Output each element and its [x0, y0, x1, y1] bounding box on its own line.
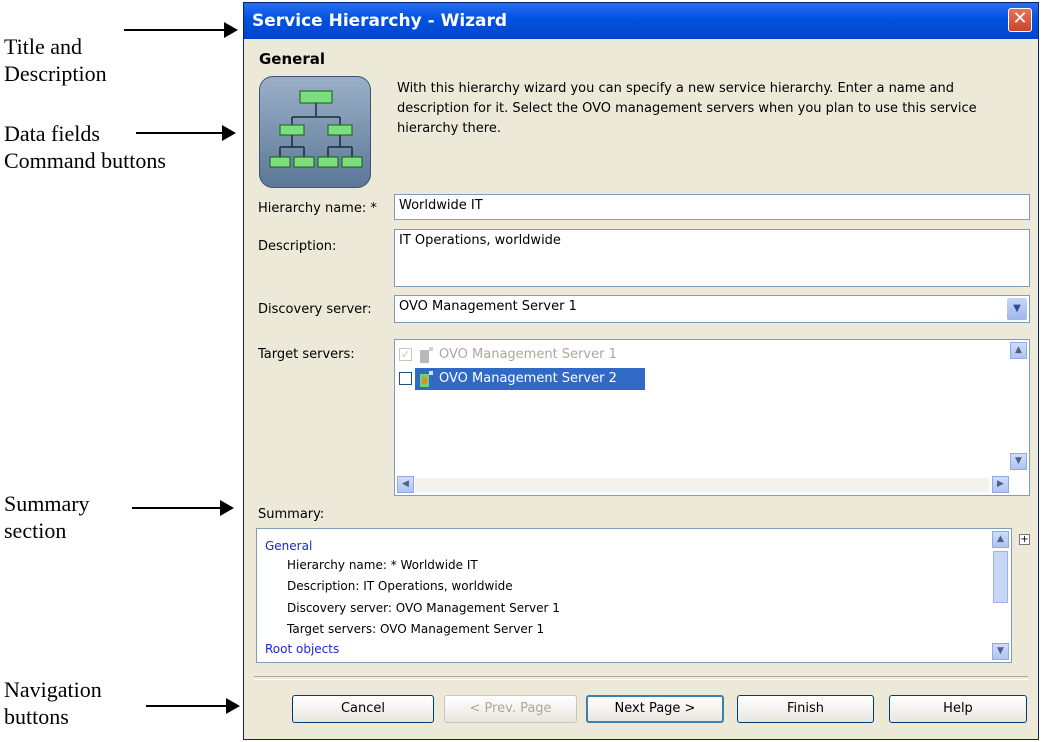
help-button[interactable]: Help	[889, 695, 1027, 723]
close-icon: ✕	[1012, 8, 1028, 29]
chevron-down-icon[interactable]: ▼	[1007, 298, 1027, 320]
server-2-label: OVO Management Server 2	[439, 371, 617, 386]
summary-panel[interactable]: General Hierarchy name: * Worldwide IT D…	[256, 528, 1012, 663]
horizontal-scrollbar-track[interactable]	[415, 478, 989, 492]
close-button[interactable]: ✕	[1008, 8, 1032, 32]
hierarchy-icon	[259, 76, 371, 188]
annotation-summary: Summary section	[4, 490, 90, 544]
server-1-label: OVO Management Server 1	[439, 347, 617, 362]
annotation-arrow	[136, 125, 236, 141]
intro-description: With this hierarchy wizard you can speci…	[397, 81, 977, 136]
target-servers-label: Target servers:	[258, 347, 355, 362]
annotation-text: Command buttons	[4, 148, 166, 173]
summary-scroll-thumb[interactable]	[993, 551, 1008, 603]
scroll-left-button[interactable]: ◀	[397, 476, 414, 493]
server-icon	[420, 371, 433, 387]
annotation-data-fields: Data fields Command buttons	[4, 120, 166, 174]
scroll-up-button[interactable]: ▲	[1010, 342, 1027, 359]
summary-scroll-down-button[interactable]: ▼	[992, 643, 1009, 660]
discovery-server-value: OVO Management Server 1	[399, 299, 577, 314]
annotation-text: Title and	[4, 34, 83, 59]
annotation-arrow	[146, 698, 240, 714]
scroll-down-button[interactable]: ▼	[1010, 453, 1027, 470]
discovery-server-select[interactable]: OVO Management Server 1 ▼	[394, 295, 1030, 323]
section-title: General	[259, 50, 325, 68]
hierarchy-name-field[interactable]: Worldwide IT	[394, 194, 1030, 220]
annotation-text: Summary	[4, 491, 90, 516]
target-servers-list[interactable]: ✓ OVO Management Server 1 OVO Management…	[394, 339, 1030, 496]
annotation-navigation: Navigation buttons	[4, 676, 102, 730]
wizard-dialog: Service Hierarchy - Wizard ✕ General Wit…	[243, 2, 1039, 740]
annotation-text: buttons	[4, 704, 69, 729]
annotation-text: section	[4, 518, 67, 543]
summary-scroll-up-button[interactable]: ▲	[992, 531, 1009, 548]
scroll-right-button[interactable]: ▶	[992, 476, 1009, 493]
annotation-arrow	[124, 22, 238, 38]
expand-icon[interactable]: +	[1019, 534, 1030, 545]
summary-line: Target servers: OVO Management Server 1	[287, 622, 545, 636]
summary-line: Description: IT Operations, worldwide	[287, 579, 513, 593]
prev-page-button[interactable]: < Prev. Page	[444, 695, 577, 723]
list-item[interactable]: OVO Management Server 2	[397, 368, 647, 390]
annotation-text: Navigation	[4, 677, 102, 702]
window-title: Service Hierarchy - Wizard	[252, 11, 508, 31]
annotation-text: Description	[4, 61, 107, 86]
next-page-button[interactable]: Next Page >	[586, 695, 724, 723]
summary-label: Summary:	[258, 507, 325, 522]
summary-line: Discovery server: OVO Management Server …	[287, 601, 560, 615]
description-label: Description:	[258, 239, 337, 254]
hierarchy-name-label: Hierarchy name: *	[258, 201, 377, 216]
description-field[interactable]: IT Operations, worldwide	[394, 229, 1030, 287]
summary-root-objects-link[interactable]: Root objects	[265, 642, 339, 656]
server-icon	[420, 347, 433, 363]
server-1-checkbox[interactable]: ✓	[399, 348, 412, 361]
annotation-title-description: Title and Description	[4, 33, 107, 87]
summary-line: Hierarchy name: * Worldwide IT	[287, 558, 478, 572]
annotation-arrow	[132, 500, 234, 516]
discovery-server-label: Discovery server:	[258, 302, 372, 317]
cancel-button[interactable]: Cancel	[292, 695, 434, 723]
finish-button[interactable]: Finish	[737, 695, 874, 723]
summary-general-link[interactable]: General	[265, 539, 312, 553]
title-bar[interactable]: Service Hierarchy - Wizard ✕	[244, 3, 1038, 39]
divider	[254, 676, 1028, 680]
list-item[interactable]: ✓ OVO Management Server 1	[397, 344, 697, 366]
server-2-checkbox[interactable]	[399, 372, 412, 385]
